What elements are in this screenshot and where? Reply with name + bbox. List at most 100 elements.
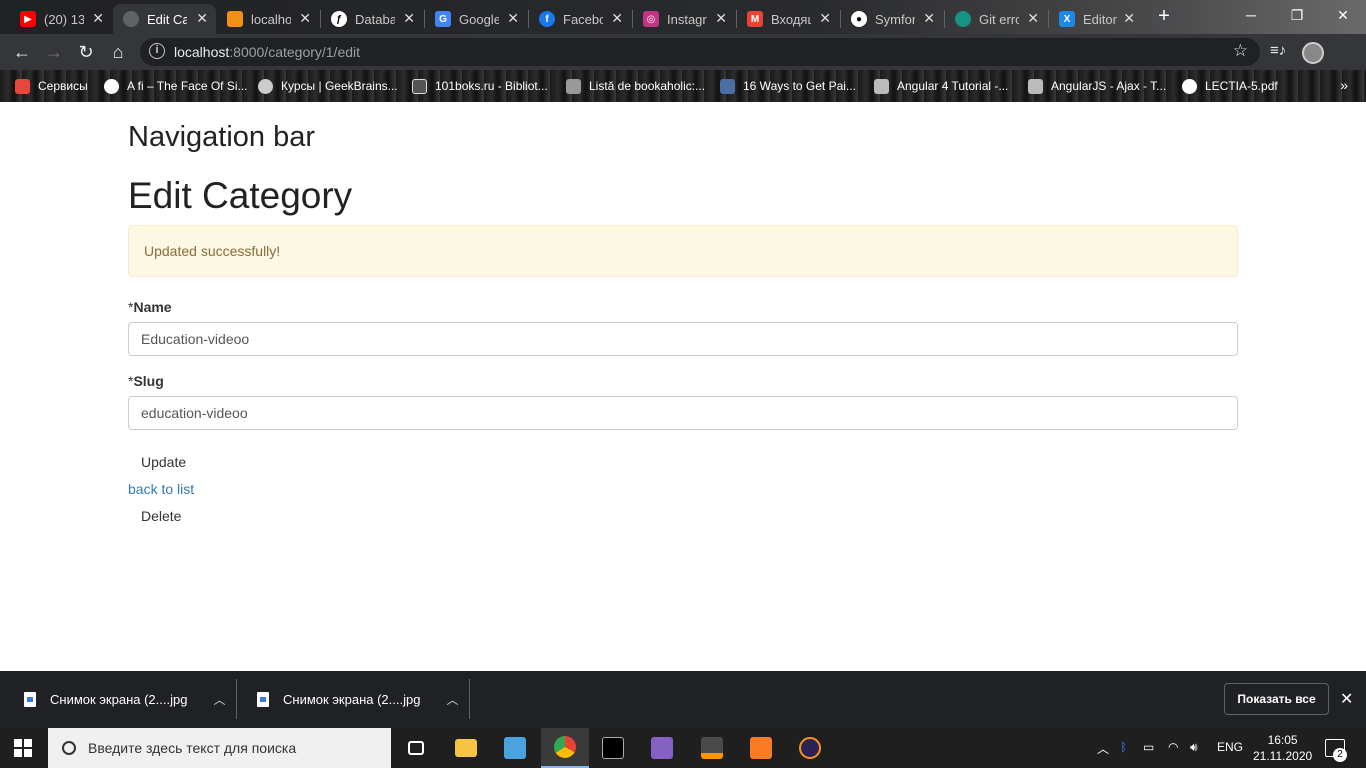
new-tab-button[interactable]: +: [1151, 4, 1177, 30]
gitkraken-icon: [955, 11, 971, 27]
close-window-button[interactable]: ✕: [1320, 0, 1366, 30]
angular-icon: [1028, 78, 1043, 94]
chevron-up-icon[interactable]: ︿: [213, 691, 225, 708]
bookmark-16-ways[interactable]: 16 Ways to Get Pai...: [720, 77, 856, 95]
address-bar[interactable]: i localhost:8000/category/1/edit ☆: [140, 38, 1260, 66]
volume-icon[interactable]: 🔊︎: [1190, 740, 1198, 755]
tab-github[interactable]: ● Symfor ✕: [841, 4, 943, 34]
close-icon[interactable]: ✕: [196, 10, 208, 27]
bookmark-angular4[interactable]: Angular 4 Tutorial -...: [874, 77, 1008, 95]
bookmark-label: Курсы | GeekBrains...: [281, 79, 398, 93]
windows-start-icon[interactable]: [14, 739, 32, 757]
close-icon[interactable]: ✕: [923, 10, 935, 27]
download-item[interactable]: Снимок экрана (2....jpg ︿: [24, 671, 225, 728]
loading-icon: [123, 11, 139, 27]
gmail-icon: M: [747, 11, 763, 27]
taskbar-search-box[interactable]: Введите здесь текст для поиска: [48, 728, 391, 768]
control-panel-icon[interactable]: [491, 728, 539, 768]
download-item[interactable]: Снимок экрана (2....jpg ︿: [257, 671, 458, 728]
close-icon[interactable]: ✕: [1027, 10, 1039, 27]
image-file-icon: [257, 692, 269, 707]
tab-git-error[interactable]: Git erro ✕: [945, 4, 1047, 34]
delete-button[interactable]: Delete: [128, 508, 194, 524]
tab-title: Facebo: [563, 11, 603, 27]
tab-google[interactable]: G Google ✕: [425, 4, 527, 34]
close-icon[interactable]: ✕: [715, 10, 727, 27]
download-filename: Снимок экрана (2....jpg: [50, 692, 188, 707]
facebook-icon: f: [539, 11, 555, 27]
update-button[interactable]: Update: [128, 454, 199, 470]
chevron-up-icon[interactable]: ︿: [446, 691, 458, 708]
wifi-icon[interactable]: ◠: [1168, 740, 1178, 754]
google-translate-icon: G: [435, 11, 451, 27]
downloads-bar: Снимок экрана (2....jpg ︿ Снимок экрана …: [0, 671, 1366, 728]
bookmark-a-fi[interactable]: A fi – The Face Of Si...: [104, 77, 248, 95]
back-to-list-link[interactable]: back to list: [128, 481, 194, 497]
info-icon[interactable]: i: [149, 43, 165, 59]
close-icon[interactable]: ✕: [299, 10, 311, 27]
restore-button[interactable]: ❐: [1274, 0, 1320, 30]
pdf-icon: [1182, 78, 1197, 94]
tab-edit-category[interactable]: Edit Ca ✕: [113, 4, 216, 34]
tab-title: (20) 13: [44, 11, 84, 27]
tab-title: Входящ: [771, 11, 811, 27]
forward-arrow-icon[interactable]: →: [42, 40, 66, 64]
name-label: *Name: [128, 299, 172, 315]
close-icon[interactable]: ✕: [507, 10, 519, 27]
tab-youtube[interactable]: ▶ (20) 13 ✕: [10, 4, 112, 34]
clock[interactable]: 16:05 21.11.2020: [1253, 732, 1312, 764]
bookmarks-more-icon[interactable]: »: [1340, 77, 1348, 93]
close-icon[interactable]: ✕: [1340, 689, 1353, 709]
image-file-icon: [24, 692, 36, 707]
bookmark-geekbrains[interactable]: Курсы | GeekBrains...: [258, 77, 398, 95]
xampp-icon[interactable]: [737, 728, 785, 768]
slug-label-text: Slug: [133, 373, 164, 389]
home-icon[interactable]: ⌂: [106, 40, 130, 64]
download-filename: Снимок экрана (2....jpg: [283, 692, 421, 707]
bookmark-label: Listă de bookaholic:...: [589, 79, 706, 93]
sublime-text-icon[interactable]: [688, 728, 736, 768]
bookmark-bookaholic[interactable]: Listă de bookaholic:...: [566, 77, 705, 95]
tab-instagram[interactable]: ◎ Instagr ✕: [633, 4, 735, 34]
tab-database[interactable]: ƒ Databa ✕: [321, 4, 423, 34]
minimize-button[interactable]: ─: [1228, 0, 1274, 30]
notification-count-badge: 2: [1333, 748, 1347, 762]
close-icon[interactable]: ✕: [1123, 10, 1135, 27]
chevron-up-icon[interactable]: ︿: [1097, 740, 1109, 757]
visual-studio-icon[interactable]: [638, 728, 686, 768]
battery-icon[interactable]: ▭: [1143, 740, 1154, 754]
eclipse-icon[interactable]: [786, 728, 834, 768]
tab-gmail[interactable]: M Входящ ✕: [737, 4, 839, 34]
media-control-icon[interactable]: ≡♪: [1270, 42, 1286, 59]
tab-editor[interactable]: X Editor ✕: [1049, 4, 1143, 34]
back-arrow-icon[interactable]: ←: [10, 40, 34, 64]
reload-icon[interactable]: ↻: [74, 40, 98, 64]
terminal-icon[interactable]: [589, 728, 637, 768]
alert-text: Updated successfully!: [144, 243, 281, 259]
profile-avatar[interactable]: [1302, 42, 1324, 64]
bluetooth-icon[interactable]: ᛒ: [1120, 740, 1127, 754]
name-input[interactable]: Education-videoo: [128, 322, 1238, 356]
close-icon[interactable]: ✕: [92, 10, 104, 27]
tab-localhost[interactable]: localho ✕: [217, 4, 319, 34]
book-icon: [412, 78, 427, 94]
tab-title: Editor: [1083, 11, 1117, 27]
bookmark-angularjs[interactable]: AngularJS - Ajax - T...: [1028, 77, 1166, 95]
bookmark-label: Сервисы: [38, 79, 88, 93]
file-explorer-icon[interactable]: [442, 728, 490, 768]
url-text[interactable]: localhost:8000/category/1/edit: [174, 44, 360, 60]
task-view-icon[interactable]: [392, 728, 440, 768]
bookmark-star-icon[interactable]: ☆: [1233, 41, 1248, 61]
chrome-icon[interactable]: [541, 728, 589, 768]
language-indicator[interactable]: ENG: [1217, 740, 1243, 754]
slug-input[interactable]: education-videoo: [128, 396, 1238, 430]
show-all-button[interactable]: Показать все: [1224, 683, 1329, 715]
tab-facebook[interactable]: f Facebo ✕: [529, 4, 631, 34]
url-host: localhost: [174, 44, 230, 60]
close-icon[interactable]: ✕: [403, 10, 415, 27]
close-icon[interactable]: ✕: [819, 10, 831, 27]
bookmark-services[interactable]: Сервисы: [15, 77, 88, 95]
bookmark-lectia[interactable]: LECTIA-5.pdf: [1182, 77, 1278, 95]
close-icon[interactable]: ✕: [611, 10, 623, 27]
bookmark-101boks[interactable]: 101boks.ru - Bibliot...: [412, 77, 548, 95]
